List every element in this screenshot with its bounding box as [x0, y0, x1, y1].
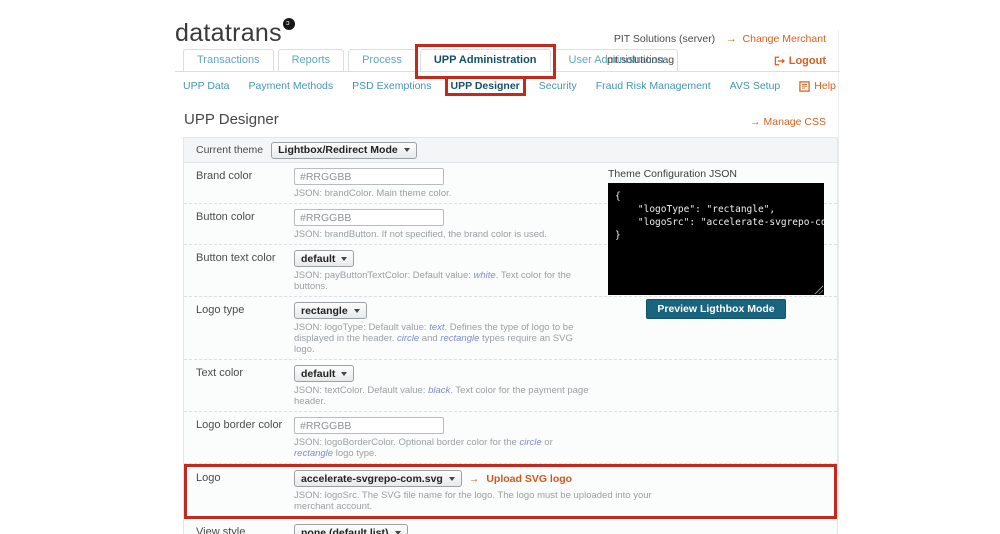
field-description: JSON: payButtonTextColor: Default value:…: [294, 270, 572, 292]
theme-config-panel: Current theme Lightbox/Redirect Mode The…: [183, 137, 838, 534]
subnav-fraud-risk-management[interactable]: Fraud Risk Management: [596, 80, 711, 92]
help-book-icon: [799, 80, 810, 92]
field-description: JSON: brandColor. Main theme color.: [294, 188, 452, 199]
merchant-line: PIT Solutions (server) → Change Merchant: [614, 33, 826, 46]
tab-reports[interactable]: Reports: [277, 49, 345, 71]
field-label: Logo: [196, 472, 221, 484]
page-title-row: UPP Designer → Manage CSS: [175, 98, 840, 137]
page-title: UPP Designer: [184, 111, 279, 128]
chevron-down-icon: [394, 530, 401, 534]
text-color-select[interactable]: default: [294, 365, 355, 382]
field-description: JSON: logoType: Default value: text. Def…: [294, 322, 574, 355]
form-row-logo: Logo accelerate-svgrepo-com.svg → Upload…: [184, 464, 837, 519]
chevron-down-icon: [341, 371, 348, 376]
field-description: JSON: logoBorderColor. Optional border c…: [294, 437, 553, 459]
subnav-payment-methods[interactable]: Payment Methods: [249, 80, 334, 92]
change-merchant-link[interactable]: Change Merchant: [743, 33, 826, 45]
subnav-upp-designer[interactable]: UPP Designer: [444, 76, 527, 96]
tab-upp-administration[interactable]: UPP Administration: [414, 44, 556, 79]
preview-lightbox-button[interactable]: Preview Ligthbox Mode: [646, 299, 786, 319]
field-label: Button color: [196, 211, 255, 223]
help-link[interactable]: Help: [799, 80, 850, 92]
username-label: pit.solutionsag: [607, 54, 675, 66]
header-bar: datatrans ɔ PIT Solutions (server) → Chan…: [175, 0, 840, 48]
arrow-right-icon: →: [750, 116, 761, 128]
view-style-select[interactable]: none (default list): [294, 524, 408, 534]
logout-button[interactable]: Logout: [774, 55, 826, 67]
subnav-avs-setup[interactable]: AVS Setup: [730, 80, 781, 92]
preview-button-row: Preview Ligthbox Mode: [608, 299, 824, 319]
tab-process[interactable]: Process: [348, 49, 416, 71]
manage-css-link[interactable]: → Manage CSS: [750, 116, 826, 128]
current-theme-label: Current theme: [196, 144, 264, 156]
resize-grip-icon[interactable]: [813, 284, 823, 294]
json-panel-title: Theme Configuration JSON: [608, 168, 737, 180]
json-textarea[interactable]: { "logoType": "rectangle", "logoSrc": "a…: [608, 183, 824, 295]
field-description: JSON: logoSrc. The SVG file name for the…: [294, 490, 652, 512]
field-label: Text color: [196, 367, 244, 379]
chevron-down-icon: [448, 476, 455, 481]
subnav-psd-exemptions[interactable]: PSD Exemptions: [352, 80, 431, 92]
chevron-down-icon: [403, 148, 410, 152]
form-row-logo-border-color: Logo border color JSON: logoBorderColor.…: [184, 412, 837, 464]
upload-svg-logo-link[interactable]: Upload SVG logo: [486, 473, 572, 485]
datatrans-wordmark: datatrans: [175, 19, 282, 47]
json-panel: Theme Configuration JSON { "logoType": "…: [608, 168, 824, 319]
arrow-right-icon: →: [726, 33, 737, 45]
logout-icon: [774, 56, 785, 66]
button-color-input[interactable]: [294, 209, 444, 226]
field-label: View style: [196, 526, 246, 534]
field-label: Brand color: [196, 170, 253, 182]
field-label: Button text color: [196, 252, 276, 264]
subnav-upp-data[interactable]: UPP Data: [183, 80, 230, 92]
logo-file-select[interactable]: accelerate-svgrepo-com.svg: [294, 470, 462, 487]
datatrans-logo: datatrans ɔ: [175, 18, 295, 47]
main-tab-bar: Transactions Reports Process UPP Adminis…: [175, 44, 840, 79]
subnav-security[interactable]: Security: [539, 80, 577, 92]
chevron-down-icon: [341, 256, 348, 261]
field-description: JSON: textColor. Default value: black. T…: [294, 385, 589, 407]
form-row-view-style: View style none (default list) JSON: ini…: [184, 519, 837, 534]
merchant-name: PIT Solutions (server): [613, 33, 716, 45]
upp-subnav: UPP Data Payment Methods PSD Exemptions …: [175, 72, 840, 98]
datatrans-badge-icon: ɔ: [282, 18, 295, 30]
chevron-down-icon: [353, 308, 360, 313]
brand-color-input[interactable]: [294, 168, 444, 185]
form-row-text-color: Text color default JSON: textColor. Defa…: [184, 360, 837, 412]
current-theme-select[interactable]: Lightbox/Redirect Mode: [271, 141, 417, 159]
button-text-color-select[interactable]: default: [294, 250, 355, 267]
tab-transactions[interactable]: Transactions: [183, 49, 274, 71]
logo-type-select[interactable]: rectangle: [294, 302, 367, 319]
arrow-right-icon: →: [468, 472, 480, 485]
logo-border-color-input[interactable]: [294, 417, 444, 434]
field-description: JSON: brandButton. If not specified, the…: [294, 229, 547, 240]
field-label: Logo border color: [196, 419, 283, 431]
field-label: Logo type: [196, 304, 245, 316]
current-theme-bar: Current theme Lightbox/Redirect Mode: [184, 138, 837, 163]
upp-designer-page: datatrans ɔ PIT Solutions (server) → Chan…: [0, 0, 1000, 534]
content-area: datatrans ɔ PIT Solutions (server) → Chan…: [175, 0, 840, 534]
